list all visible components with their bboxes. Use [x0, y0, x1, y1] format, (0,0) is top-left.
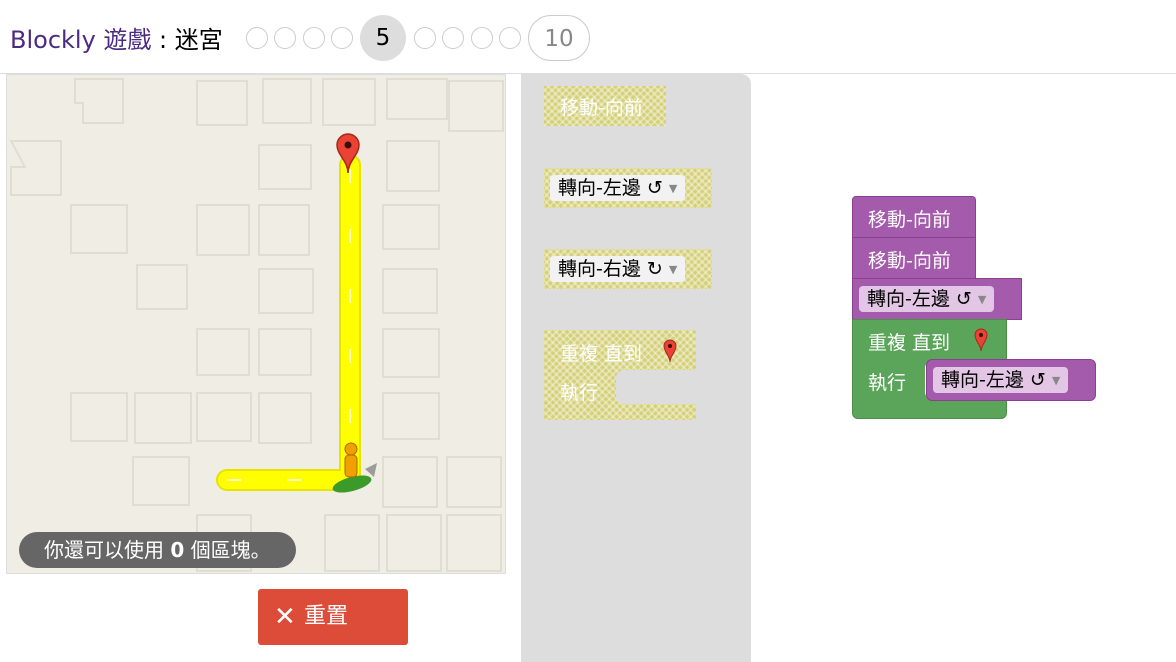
toolbox-repeat-until-block[interactable]: 重複 直到 執行 — [544, 330, 696, 420]
header: Blockly 遊戲 : 迷宮 5 10 — [0, 0, 1176, 74]
level-dot-8[interactable] — [471, 27, 493, 49]
maze-path-dashes — [227, 165, 351, 481]
block-label: 移動-向前 — [560, 97, 643, 119]
title-separator: : — [151, 26, 175, 54]
game-title: 迷宮 — [174, 26, 223, 54]
dropdown-value: 轉向-右邊 ↻ — [558, 258, 663, 280]
block-label: 移動-向前 — [868, 250, 951, 272]
workspace: 移動-向前 移動-向前 轉向-左邊 ↺ ▼ 重複 直到 執行 轉向-左邊 ↺ ▼ — [751, 74, 1176, 662]
dropdown-arrow-icon: ▼ — [668, 262, 678, 276]
dropdown-arrow-icon: ▼ — [977, 292, 987, 306]
dropdown-value: 轉向-左邊 ↺ — [941, 369, 1046, 391]
level-dot-7[interactable] — [442, 27, 464, 49]
maze-canvas: 你還可以使用 0 個區塊。 — [6, 74, 506, 574]
dropdown-value: 轉向-左邊 ↺ — [867, 288, 972, 310]
do-label: 執行 — [868, 372, 907, 394]
maze-path-outline — [216, 154, 361, 491]
toolbox-turn-left-block[interactable]: 轉向-左邊 ↺ ▼ — [544, 168, 712, 208]
games-link[interactable]: 遊戲 — [103, 26, 151, 54]
goal-marker-icon — [974, 328, 988, 351]
turn-direction-dropdown[interactable]: 轉向-左邊 ↺ ▼ — [933, 367, 1069, 393]
block-label: 重複 直到 — [560, 343, 643, 365]
toolbox-move-forward-block[interactable]: 移動-向前 — [544, 86, 666, 126]
level-dot-9[interactable] — [499, 27, 521, 49]
toolbox-turn-right-block[interactable]: 轉向-右邊 ↻ ▼ — [544, 249, 712, 289]
workspace-turn-left-block[interactable]: 轉向-左邊 ↺ ▼ — [852, 278, 1022, 320]
workspace-inner-turn-left-block[interactable]: 轉向-左邊 ↺ ▼ — [926, 359, 1096, 401]
dropdown-arrow-icon: ▼ — [1051, 373, 1061, 387]
capacity-bubble: 你還可以使用 0 個區塊。 — [19, 532, 296, 568]
block-label: 重複 直到 — [868, 332, 951, 354]
level-dot-1[interactable] — [246, 27, 268, 49]
statement-slot — [616, 370, 696, 404]
level-last[interactable]: 10 — [528, 15, 590, 61]
turn-direction-dropdown[interactable]: 轉向-左邊 ↺ ▼ — [550, 175, 686, 201]
capacity-count: 0 — [170, 538, 185, 562]
workspace-move-forward-block-1[interactable]: 移動-向前 — [852, 196, 976, 238]
close-icon: ✕ — [274, 602, 296, 632]
toolbox: 移動-向前 轉向-左邊 ↺ ▼ 轉向-右邊 ↻ ▼ 重複 直到 執行 — [521, 74, 751, 662]
page-title: Blockly 遊戲 : 迷宮 — [10, 20, 223, 55]
capacity-suffix: 個區塊。 — [184, 538, 271, 562]
level-dot-2[interactable] — [274, 27, 296, 49]
level-dot-6[interactable] — [414, 27, 436, 49]
level-current[interactable]: 5 — [360, 15, 406, 61]
level-dot-3[interactable] — [303, 27, 325, 49]
blockly-link[interactable]: Blockly — [10, 26, 96, 54]
reset-button[interactable]: ✕ 重置 — [258, 589, 408, 645]
turn-direction-dropdown[interactable]: 轉向-右邊 ↻ ▼ — [550, 256, 686, 282]
dropdown-arrow-icon: ▼ — [668, 181, 678, 195]
level-dot-4[interactable] — [331, 27, 353, 49]
block-label: 移動-向前 — [868, 209, 951, 231]
reset-label: 重置 — [304, 604, 349, 629]
capacity-prefix: 你還可以使用 — [44, 538, 171, 562]
dropdown-value: 轉向-左邊 ↺ — [558, 177, 663, 199]
workspace-move-forward-block-2[interactable]: 移動-向前 — [852, 237, 976, 279]
maze-svg — [9, 78, 504, 572]
maze-path — [218, 156, 359, 489]
turn-direction-dropdown[interactable]: 轉向-左邊 ↺ ▼ — [859, 286, 995, 312]
goal-marker-icon — [663, 339, 677, 362]
do-label: 執行 — [560, 382, 599, 404]
background-tiles — [9, 78, 504, 572]
